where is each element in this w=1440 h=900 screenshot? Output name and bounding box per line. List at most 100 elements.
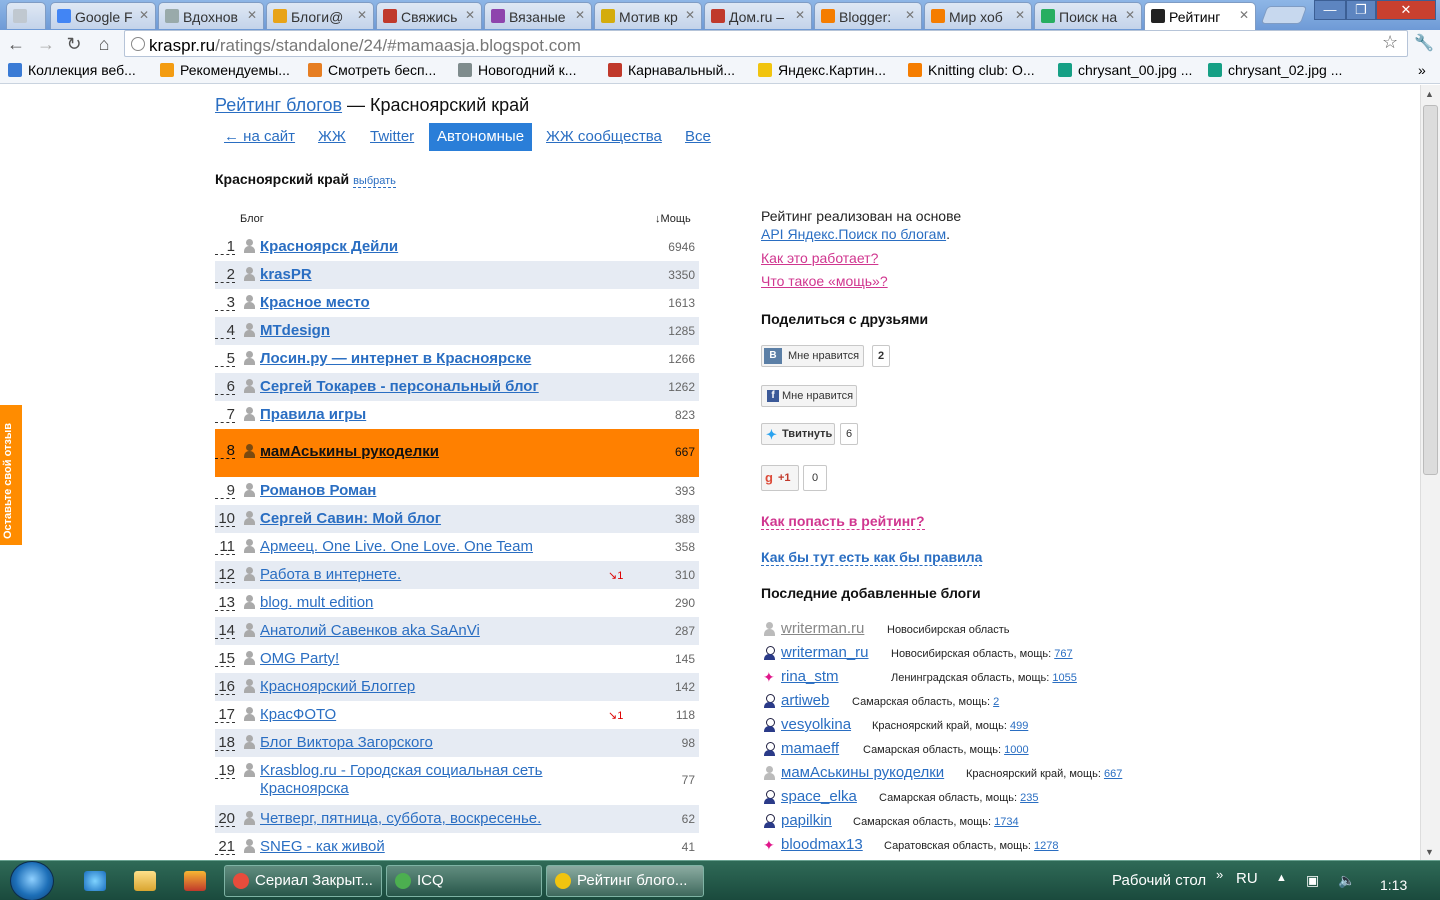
blog-link[interactable]: Красное место (260, 294, 580, 312)
blog-link[interactable]: Сергей Токарев - персональный блог (260, 378, 580, 396)
blog-link[interactable]: Анатолий Савенков aka SaAnVi (260, 622, 580, 640)
back-icon[interactable]: ← (6, 34, 26, 54)
browser-tab[interactable]: Дом.ru – ✕ (704, 2, 812, 29)
vk-like-button[interactable]: B Мне нравится (761, 345, 864, 367)
bookmark-item[interactable]: Новогодний к... (458, 62, 576, 78)
blog-link[interactable]: krasPR (260, 266, 580, 284)
recent-blog-link[interactable]: rina_stm (781, 668, 839, 685)
recent-blog-link[interactable]: мамАськины рукоделки (781, 764, 944, 781)
taskbar-button[interactable]: Рейтинг блого... (546, 865, 704, 897)
blog-link[interactable]: Романов Роман (260, 482, 580, 500)
column-power[interactable]: ↓Мощь (655, 213, 691, 225)
blog-link[interactable]: Четверг, пятница, суббота, воскресенье. (260, 810, 580, 828)
category-tab[interactable]: ЖЖ (318, 123, 346, 151)
start-button[interactable] (10, 861, 54, 900)
blog-link[interactable]: Армеец. One Live. One Love. One Team (260, 538, 580, 556)
desktop-toolbar-label[interactable]: Рабочий стол (1112, 872, 1206, 889)
browser-tab[interactable]: Рейтинг ✕ (1144, 2, 1256, 30)
tab-close-icon[interactable]: ✕ (465, 8, 475, 22)
forward-icon[interactable]: → (36, 34, 56, 54)
blog-link[interactable]: SNEG - как живой (260, 838, 580, 856)
tab-close-icon[interactable]: ✕ (1239, 8, 1249, 22)
category-tab[interactable]: ← на сайт (224, 123, 295, 151)
tab-close-icon[interactable]: ✕ (1125, 8, 1135, 22)
browser-tab[interactable] (6, 2, 46, 29)
browser-tab[interactable]: Блоги@ ✕ (266, 2, 374, 29)
bookmark-item[interactable]: Смотреть бесп... (308, 62, 436, 78)
wrench-icon[interactable]: 🔧 (1414, 33, 1434, 53)
address-bar[interactable]: kraspr.ru/ratings/standalone/24/#mamaasj… (124, 30, 1408, 57)
category-tab[interactable]: Автономные (429, 123, 533, 151)
what-is-power-link[interactable]: Что такое «мощь»? (761, 273, 1181, 289)
maximize-button[interactable]: ❐ (1346, 0, 1376, 20)
scrollbar-thumb[interactable] (1423, 105, 1438, 475)
category-tab[interactable]: Все (685, 123, 711, 151)
recent-blog-link[interactable]: mamaeff (781, 740, 839, 757)
recent-power-link[interactable]: 767 (1054, 648, 1072, 660)
blog-link[interactable]: Красноярск Дейли (260, 238, 580, 256)
category-tab[interactable]: ЖЖ сообщества (546, 123, 662, 151)
bookmarks-more[interactable]: » (1418, 62, 1426, 78)
blog-link[interactable]: blog. mult edition (260, 594, 580, 612)
browser-tab[interactable]: Blogger: ✕ (814, 2, 922, 29)
blog-link[interactable]: Лосин.ру — интернет в Красноярске (260, 350, 580, 368)
page-scrollbar[interactable]: ▲ ▼ (1420, 85, 1440, 860)
recent-blog-link[interactable]: writerman.ru (781, 620, 864, 637)
minimize-button[interactable]: — (1314, 0, 1346, 20)
browser-tab[interactable]: Вязаные ✕ (484, 2, 592, 29)
blog-link[interactable]: Красноярский Блоггер (260, 678, 580, 696)
taskbar-button[interactable]: ICQ (386, 865, 542, 897)
reload-icon[interactable]: ↻ (64, 34, 84, 54)
blog-link[interactable]: КрасФОТО (260, 706, 580, 724)
volume-icon[interactable]: 🔈 (1338, 872, 1355, 889)
recent-blog-link[interactable]: vesyolkina (781, 716, 851, 733)
recent-blog-link[interactable]: writerman_ru (781, 644, 869, 661)
taskbar-button[interactable]: Сериал Закрыт... (224, 865, 382, 897)
close-window-button[interactable]: ✕ (1376, 0, 1436, 20)
blog-link[interactable]: Сергей Савин: Мой блог (260, 510, 580, 528)
region-pick-link[interactable]: выбрать (353, 175, 396, 188)
bookmark-item[interactable]: Knitting club: O... (908, 62, 1035, 78)
recent-power-link[interactable]: 667 (1104, 768, 1122, 780)
bookmark-star-icon[interactable]: ☆ (1382, 32, 1398, 53)
ratings-home-link[interactable]: Рейтинг блогов (215, 95, 342, 115)
gplus-button[interactable]: g +1 (761, 465, 799, 491)
recent-power-link[interactable]: 1734 (994, 816, 1018, 828)
feedback-tab[interactable]: Оставьте свой отзыв (0, 405, 22, 545)
browser-tab[interactable]: Вдохнов ✕ (158, 2, 264, 29)
recent-power-link[interactable]: 499 (1010, 720, 1028, 732)
bookmark-item[interactable]: chrysant_02.jpg ... (1208, 62, 1342, 78)
tab-close-icon[interactable]: ✕ (1015, 8, 1025, 22)
recent-power-link[interactable]: 1278 (1034, 840, 1058, 852)
recent-blog-link[interactable]: papilkin (781, 812, 832, 829)
tray-expand-icon[interactable]: ▲ (1276, 872, 1287, 884)
recent-blog-link[interactable]: space_elka (781, 788, 857, 805)
network-icon[interactable]: ▣ (1306, 872, 1319, 889)
browser-tab[interactable]: Google F ✕ (50, 2, 156, 29)
ie-icon[interactable] (84, 871, 106, 891)
bookmark-item[interactable]: Яндекс.Картин... (758, 62, 886, 78)
bookmark-item[interactable]: Карнавальный... (608, 62, 735, 78)
tab-close-icon[interactable]: ✕ (575, 8, 585, 22)
how-it-works-link[interactable]: Как это работает? (761, 250, 1181, 266)
blog-link[interactable]: Работа в интернете. (260, 566, 580, 584)
tab-close-icon[interactable]: ✕ (247, 8, 257, 22)
scroll-up-icon[interactable]: ▲ (1425, 89, 1434, 99)
blog-link[interactable]: MTdesign (260, 322, 580, 340)
recent-power-link[interactable]: 1000 (1004, 744, 1028, 756)
tweet-button[interactable]: ✦ Твитнуть (761, 423, 835, 445)
recent-power-link[interactable]: 235 (1020, 792, 1038, 804)
recent-blog-link[interactable]: artiweb (781, 692, 829, 709)
bookmark-item[interactable]: Коллекция веб... (8, 62, 136, 78)
bookmark-item[interactable]: Рекомендуемы... (160, 62, 290, 78)
tab-close-icon[interactable]: ✕ (357, 8, 367, 22)
browser-tab[interactable]: Свяжись ✕ (376, 2, 482, 29)
tab-close-icon[interactable]: ✕ (685, 8, 695, 22)
toolbar-expand-icon[interactable]: » (1216, 867, 1223, 882)
language-indicator[interactable]: RU (1236, 870, 1258, 887)
how-to-join-link[interactable]: Как попасть в рейтинг? (761, 513, 925, 530)
clock[interactable]: 1:13 (1380, 877, 1407, 893)
recent-power-link[interactable]: 2 (993, 696, 999, 708)
bookmark-item[interactable]: chrysant_00.jpg ... (1058, 62, 1192, 78)
tab-close-icon[interactable]: ✕ (139, 8, 149, 22)
